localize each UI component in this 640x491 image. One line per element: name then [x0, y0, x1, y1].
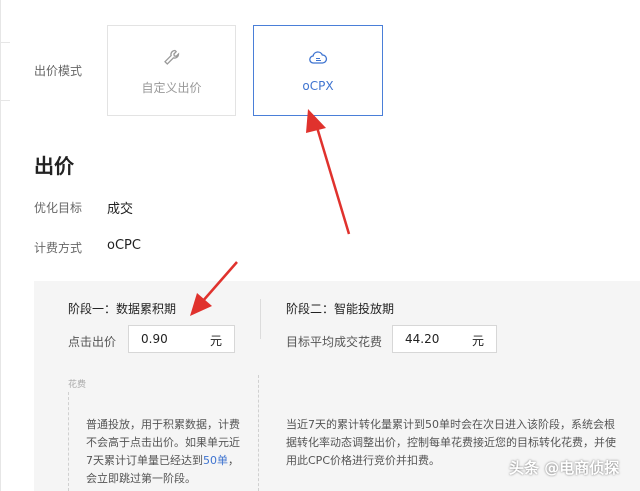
arrow-to-ocpx [306, 109, 351, 235]
arrow-to-click-bid [190, 261, 238, 316]
annotation-arrows [190, 109, 351, 316]
watermark: 头条 @电商侦探 [509, 459, 620, 477]
